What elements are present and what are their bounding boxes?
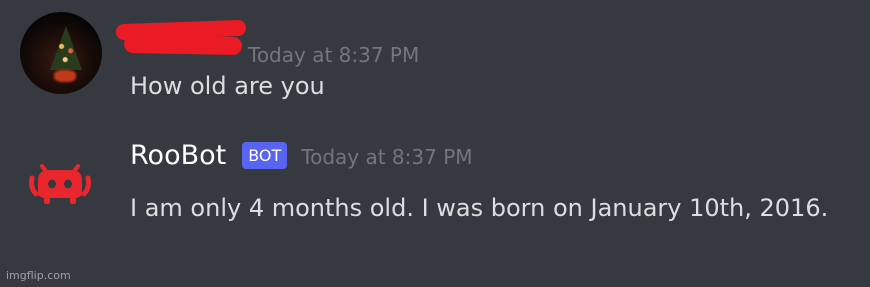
bot-badge: BOT (242, 142, 288, 169)
watermark: imgflip.com (6, 269, 71, 282)
message-header: RooBot BOT Today at 8:37 PM (130, 140, 473, 172)
message-timestamp[interactable]: Today at 8:37 PM (301, 145, 472, 169)
redacted-username[interactable] (116, 18, 244, 56)
message-timestamp[interactable]: Today at 8:37 PM (248, 43, 419, 67)
avatar-lights-graphic (58, 42, 76, 64)
message-content: I am only 4 months old. I was born on Ja… (130, 194, 829, 222)
user-avatar[interactable] (20, 12, 102, 94)
message-content: How old are you (130, 72, 325, 100)
bot-avatar[interactable] (24, 144, 96, 216)
message-2: RooBot BOT Today at 8:37 PM I am only 4 … (0, 120, 870, 287)
discord-clyde-icon (29, 164, 91, 204)
message-header: Today at 8:37 PM (130, 24, 419, 67)
message-1: Today at 8:37 PM How old are you (0, 0, 870, 120)
avatar-glow-graphic (54, 70, 76, 82)
bot-username[interactable]: RooBot (130, 140, 226, 171)
